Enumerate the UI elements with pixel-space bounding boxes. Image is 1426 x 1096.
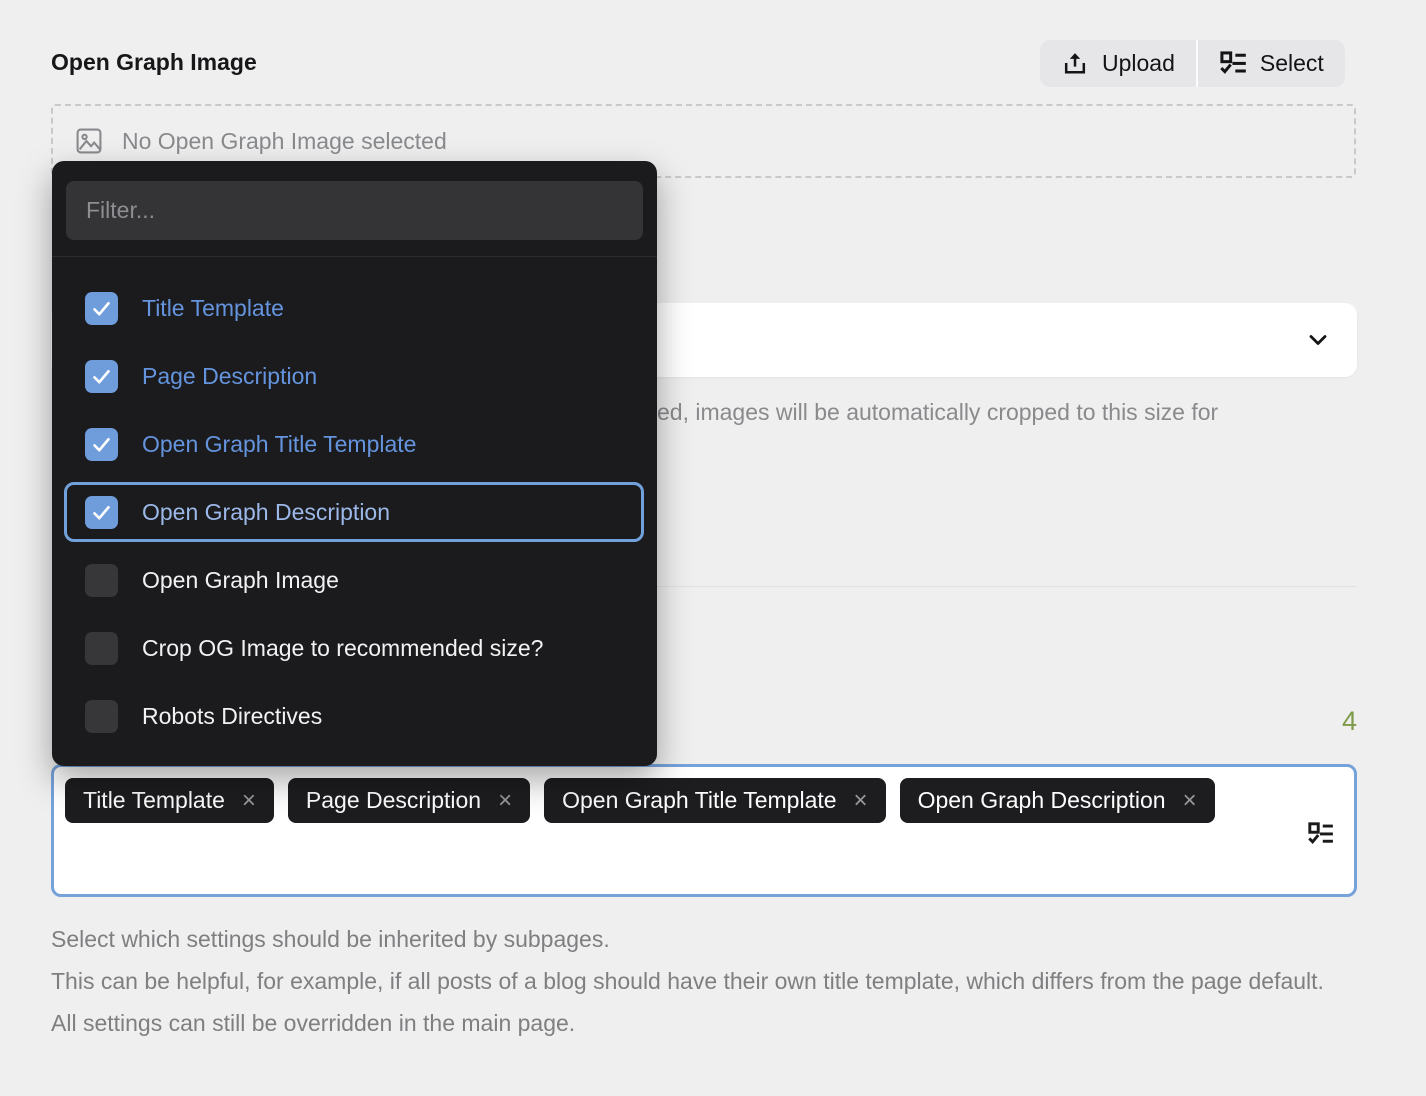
- dropdown-item-og-description[interactable]: Open Graph Description: [64, 478, 644, 546]
- upload-button[interactable]: Upload: [1040, 40, 1196, 87]
- dropdown-item-og-image[interactable]: Open Graph Image: [64, 546, 644, 614]
- item-label: Open Graph Title Template: [142, 431, 416, 458]
- chevron-down-icon: [1304, 326, 1332, 354]
- tag-label: Open Graph Description: [918, 787, 1166, 814]
- crop-hint-text: ed, images will be automatically cropped…: [657, 399, 1218, 426]
- upload-label: Upload: [1102, 50, 1175, 77]
- tag: Title Template ×: [65, 778, 274, 823]
- image-icon: [75, 127, 103, 155]
- item-label: Open Graph Description: [142, 499, 390, 526]
- tag-label: Page Description: [306, 787, 481, 814]
- select-label: Select: [1260, 50, 1324, 77]
- tag-remove-icon[interactable]: ×: [1183, 789, 1197, 813]
- checkbox-checked[interactable]: [85, 292, 118, 325]
- dropdown-item-robots-directives[interactable]: Robots Directives: [64, 682, 644, 750]
- checkbox-checked[interactable]: [85, 496, 118, 529]
- page-title: Open Graph Image: [51, 49, 257, 76]
- select-button[interactable]: Select: [1198, 40, 1345, 87]
- checklist-icon: [1219, 50, 1247, 78]
- help-text: Select which settings should be inherite…: [51, 918, 1351, 1044]
- dropdown-item-og-title-template[interactable]: Open Graph Title Template: [64, 410, 644, 478]
- image-actions-button-group: Upload Select: [1040, 40, 1345, 87]
- filter-input[interactable]: [66, 181, 643, 240]
- filter-section: [52, 161, 657, 257]
- settings-list: Title Template Page Description Open Gra…: [52, 257, 657, 750]
- item-label: Crop OG Image to recommended size?: [142, 635, 543, 662]
- tag: Page Description ×: [288, 778, 530, 823]
- checkbox-checked[interactable]: [85, 360, 118, 393]
- og-image-placeholder-text: No Open Graph Image selected: [122, 128, 447, 155]
- tag-remove-icon[interactable]: ×: [242, 789, 256, 813]
- tag-label: Open Graph Title Template: [562, 787, 836, 814]
- selected-count: 4: [1342, 706, 1357, 737]
- item-label: Robots Directives: [142, 703, 322, 730]
- dropdown-item-crop-og-image[interactable]: Crop OG Image to recommended size?: [64, 614, 644, 682]
- checkbox-checked[interactable]: [85, 428, 118, 461]
- help-text-paragraph: This can be helpful, for example, if all…: [51, 960, 1351, 1044]
- checkbox-unchecked[interactable]: [85, 564, 118, 597]
- inherit-settings-tag-input[interactable]: Title Template × Page Description × Open…: [51, 764, 1357, 897]
- item-label: Open Graph Image: [142, 567, 339, 594]
- dropdown-item-page-description[interactable]: Page Description: [64, 342, 644, 410]
- tag: Open Graph Description ×: [900, 778, 1215, 823]
- tag: Open Graph Title Template ×: [544, 778, 885, 823]
- item-label: Title Template: [142, 295, 284, 322]
- checkbox-unchecked[interactable]: [85, 632, 118, 665]
- dropdown-item-title-template[interactable]: Title Template: [64, 274, 644, 342]
- help-text-line1: Select which settings should be inherite…: [51, 918, 1351, 960]
- checklist-icon[interactable]: [1307, 821, 1334, 848]
- tag-remove-icon[interactable]: ×: [854, 789, 868, 813]
- checkbox-unchecked[interactable]: [85, 700, 118, 733]
- upload-icon: [1061, 50, 1089, 78]
- tag-remove-icon[interactable]: ×: [498, 789, 512, 813]
- tag-label: Title Template: [83, 787, 225, 814]
- settings-dropdown: Title Template Page Description Open Gra…: [52, 161, 657, 766]
- item-label: Page Description: [142, 363, 317, 390]
